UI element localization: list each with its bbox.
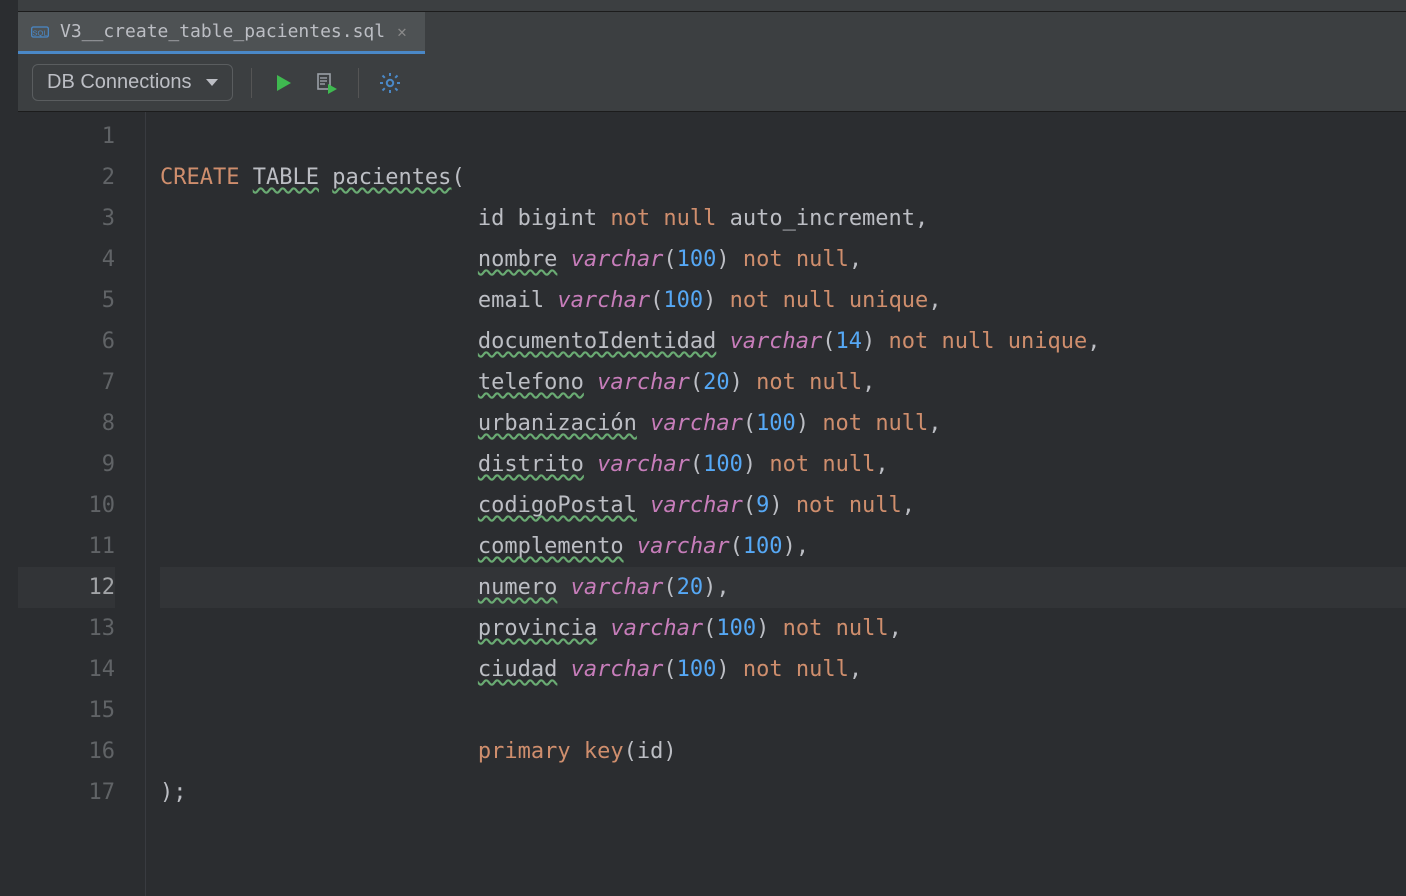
chevron-down-icon <box>206 79 218 86</box>
code-line[interactable]: provincia varchar(100) not null, <box>160 608 1406 649</box>
code-line[interactable]: CREATE TABLE pacientes( <box>160 157 1406 198</box>
code-line[interactable]: complemento varchar(100), <box>160 526 1406 567</box>
code-line[interactable]: telefono varchar(20) not null, <box>160 362 1406 403</box>
line-number: 6 <box>18 321 115 362</box>
code-content[interactable]: CREATE TABLE pacientes( id bigint not nu… <box>146 112 1406 896</box>
close-icon[interactable]: ✕ <box>395 22 409 41</box>
separator <box>358 68 359 98</box>
toolbar: DB Connections <box>18 54 1406 112</box>
code-line[interactable]: email varchar(100) not null unique, <box>160 280 1406 321</box>
run-icon[interactable] <box>270 70 296 96</box>
editor-window: SQL V3__create_table_pacientes.sql ✕ DB … <box>0 0 1406 896</box>
code-line[interactable]: ciudad varchar(100) not null, <box>160 649 1406 690</box>
code-line[interactable]: documentoIdentidad varchar(14) not null … <box>160 321 1406 362</box>
tab-bar: SQL V3__create_table_pacientes.sql ✕ <box>18 12 1406 54</box>
line-number: 7 <box>18 362 115 403</box>
separator <box>251 68 252 98</box>
line-number: 3 <box>18 198 115 239</box>
line-number: 13 <box>18 608 115 649</box>
line-number: 9 <box>18 444 115 485</box>
code-line[interactable] <box>160 116 1406 157</box>
code-line[interactable]: codigoPostal varchar(9) not null, <box>160 485 1406 526</box>
line-number: 4 <box>18 239 115 280</box>
code-editor[interactable]: 1234567891011121314151617 CREATE TABLE p… <box>18 112 1406 896</box>
line-number: 12 <box>18 567 115 608</box>
line-number: 16 <box>18 731 115 772</box>
code-line[interactable]: distrito varchar(100) not null, <box>160 444 1406 485</box>
db-connections-dropdown[interactable]: DB Connections <box>32 64 233 101</box>
sql-file-icon: SQL <box>30 22 50 42</box>
line-number: 1 <box>18 116 115 157</box>
line-number: 5 <box>18 280 115 321</box>
svg-text:SQL: SQL <box>32 28 47 37</box>
code-line[interactable] <box>160 690 1406 731</box>
code-line[interactable]: nombre varchar(100) not null, <box>160 239 1406 280</box>
gear-icon[interactable] <box>377 70 403 96</box>
line-number: 14 <box>18 649 115 690</box>
code-line[interactable]: urbanización varchar(100) not null, <box>160 403 1406 444</box>
line-number: 8 <box>18 403 115 444</box>
run-script-icon[interactable] <box>314 70 340 96</box>
code-line[interactable]: ); <box>160 772 1406 813</box>
code-line[interactable]: primary key(id) <box>160 731 1406 772</box>
line-number: 17 <box>18 772 115 813</box>
code-line[interactable]: id bigint not null auto_increment, <box>160 198 1406 239</box>
line-number: 10 <box>18 485 115 526</box>
line-number-gutter: 1234567891011121314151617 <box>18 112 146 896</box>
tab-filename: V3__create_table_pacientes.sql <box>60 21 385 42</box>
line-number: 15 <box>18 690 115 731</box>
file-tab[interactable]: SQL V3__create_table_pacientes.sql ✕ <box>18 12 425 54</box>
line-number: 11 <box>18 526 115 567</box>
db-connections-label: DB Connections <box>47 71 192 94</box>
line-number: 2 <box>18 157 115 198</box>
top-strip <box>18 0 1406 12</box>
code-line[interactable]: numero varchar(20), <box>160 567 1406 608</box>
